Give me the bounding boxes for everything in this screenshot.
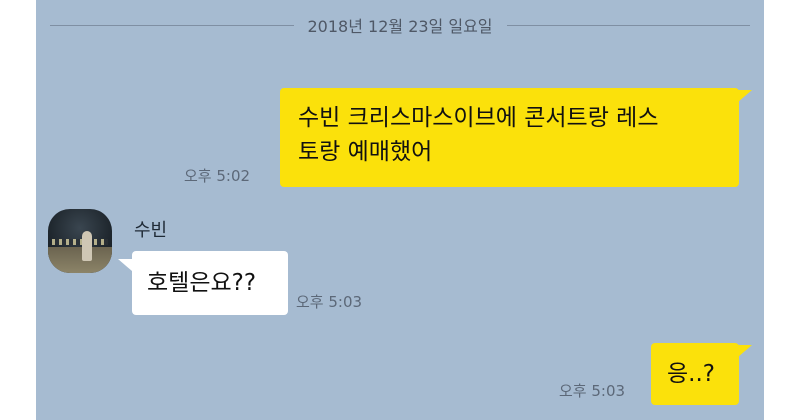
message-text: 호텔은요?? (147, 270, 257, 296)
sender-name: 수빈 (134, 220, 168, 241)
bubble-tail (118, 259, 132, 271)
chat-room: 2018년 12월 23일 일요일 수빈 크리스마스이브에 콘서트랑 레스 토랑… (36, 0, 764, 420)
message-time: 오후 5:03 (296, 293, 363, 311)
their-message-bubble[interactable]: 호텔은요?? (132, 251, 288, 315)
message-text-line: 토랑 예매했어 (298, 139, 433, 165)
my-message-bubble[interactable]: 응..? (651, 343, 739, 405)
bubble-tail (738, 345, 752, 357)
message-text: 응..? (667, 361, 715, 387)
divider-line-left (50, 24, 294, 26)
message-time: 오후 5:02 (184, 167, 251, 185)
date-divider: 2018년 12월 23일 일요일 (36, 10, 764, 40)
date-label: 2018년 12월 23일 일요일 (307, 17, 493, 36)
message-text-line: 수빈 크리스마스이브에 콘서트랑 레스 (298, 105, 659, 131)
message-time: 오후 5:03 (559, 382, 626, 400)
my-message-bubble[interactable]: 수빈 크리스마스이브에 콘서트랑 레스 토랑 예매했어 (280, 88, 739, 187)
avatar[interactable] (48, 209, 112, 273)
bubble-tail (738, 90, 752, 102)
divider-line-right (506, 24, 751, 26)
